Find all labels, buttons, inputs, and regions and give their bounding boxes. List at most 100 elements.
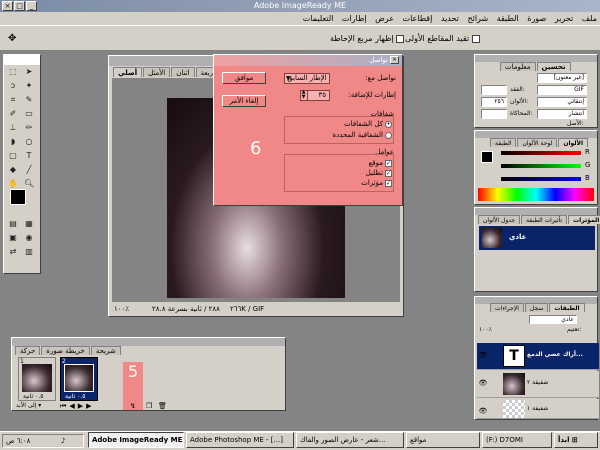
rollover-icon[interactable]: ▥ bbox=[24, 247, 34, 257]
preset-select[interactable]: [غير معنون] bbox=[537, 73, 587, 83]
blur-icon[interactable]: ◗ bbox=[8, 137, 18, 147]
lasso-icon[interactable]: ↄ bbox=[8, 81, 18, 91]
pencil-icon[interactable]: ✏ bbox=[24, 123, 34, 133]
taskbar-sites[interactable]: مواقع bbox=[406, 432, 480, 448]
tween-with-select[interactable]: الإطار السابق ▼ bbox=[284, 73, 330, 84]
image-map-icon[interactable]: ▦ bbox=[24, 219, 34, 229]
ok-button[interactable]: موافق bbox=[222, 72, 266, 84]
tab-styles[interactable]: المؤثرات bbox=[568, 215, 600, 224]
taskbar-imageready[interactable]: Adobe ImageReady ME bbox=[88, 432, 184, 448]
menu-layer[interactable]: الطبقة bbox=[494, 12, 522, 25]
move-icon[interactable]: ➤ bbox=[24, 67, 34, 77]
menu-select[interactable]: تحديد bbox=[438, 12, 462, 25]
bucket-icon[interactable]: ◆ bbox=[8, 165, 18, 175]
brush-icon[interactable]: ✐ bbox=[8, 109, 18, 119]
type-icon[interactable]: T bbox=[24, 151, 34, 161]
duplicate-frame-icon[interactable]: ❐ bbox=[146, 402, 152, 410]
style-item-selected[interactable]: عادي bbox=[479, 226, 595, 250]
menu-slices[interactable]: شرائح bbox=[464, 12, 491, 25]
dither-input[interactable] bbox=[481, 109, 507, 119]
marquee-tool-icon[interactable]: ⬚ bbox=[8, 67, 18, 77]
frame-1-delay[interactable]: ٠.٥ ثانية bbox=[23, 393, 43, 400]
menu-image[interactable]: صورة bbox=[524, 12, 549, 25]
dialog-close-icon[interactable]: × bbox=[390, 56, 399, 64]
tab-image-map[interactable]: خريطة صورة bbox=[41, 346, 90, 355]
dither-method-select[interactable]: انتشار bbox=[537, 109, 587, 119]
cancel-button[interactable]: إلغاء الأمر bbox=[222, 95, 266, 107]
color-foreground-swatch[interactable] bbox=[481, 151, 493, 163]
blend-mode-select[interactable]: عادي bbox=[529, 315, 577, 324]
loop-select[interactable]: إلى الأبد ▾ bbox=[16, 402, 41, 409]
tab-layer-effects[interactable]: تأثيرات الطبقة bbox=[521, 215, 568, 224]
menu-view[interactable]: عرض bbox=[372, 12, 397, 25]
tab-optimize[interactable]: تحسين bbox=[536, 62, 571, 71]
opacity-checkbox[interactable]: ✓تظليل bbox=[366, 169, 392, 178]
green-slider[interactable] bbox=[501, 164, 581, 168]
frame-2[interactable]: 2 ٠.٥ ثانية bbox=[60, 357, 98, 401]
stamp-icon[interactable]: ⊥ bbox=[8, 123, 18, 133]
magic-wand-icon[interactable]: ✦ bbox=[24, 81, 34, 91]
tab-slice[interactable]: شريحة bbox=[90, 346, 121, 355]
slice-icon[interactable]: ✎ bbox=[24, 95, 34, 105]
format-select[interactable]: GIF bbox=[537, 85, 587, 95]
foreground-color-swatch[interactable] bbox=[10, 189, 26, 205]
bounding-box-option[interactable]: إظهار مربع الإحاطة bbox=[330, 34, 405, 43]
tab-info[interactable]: معلومات bbox=[500, 62, 536, 71]
hand-icon[interactable]: ✋ bbox=[8, 179, 18, 189]
eraser-icon[interactable]: ▭ bbox=[24, 109, 34, 119]
opacity-value[interactable]: ١٠٠٪ bbox=[479, 326, 492, 333]
frame-1[interactable]: 1 ٠.٥ ثانية bbox=[18, 357, 56, 401]
tab-original[interactable]: أصلي bbox=[113, 67, 143, 77]
menu-filters[interactable]: إقطاعات bbox=[400, 12, 436, 25]
eye-icon[interactable]: 👁︎ bbox=[478, 379, 488, 389]
eye-icon[interactable]: 👁︎ bbox=[478, 407, 488, 417]
tab-layers[interactable]: الطبقات bbox=[549, 303, 585, 312]
menu-edit[interactable]: تحرير bbox=[552, 12, 576, 25]
taskbar-drive[interactable]: (F:) D7OMI bbox=[482, 432, 552, 448]
tab-actions[interactable]: الإجراءات bbox=[490, 303, 524, 312]
first-frame-icon[interactable]: ⏮ bbox=[60, 402, 69, 410]
tab-2up[interactable]: اثنان bbox=[171, 67, 195, 77]
reduction-select[interactable]: إنتقائي bbox=[537, 97, 587, 107]
selected-layer-radio[interactable]: الشفافية المحددة bbox=[332, 131, 392, 140]
rectangle-tool-icon[interactable]: ▢ bbox=[8, 151, 18, 161]
play-icon[interactable]: ▶ bbox=[78, 402, 86, 410]
colors-select[interactable]: ٢٥٦ bbox=[481, 97, 507, 107]
color-ramp[interactable] bbox=[478, 188, 594, 201]
minimize-button[interactable]: _ bbox=[26, 1, 37, 11]
eyedropper-icon[interactable]: ╱ bbox=[24, 165, 34, 175]
taskbar-photoshop[interactable]: Adobe Photoshop ME - [...] bbox=[186, 432, 294, 448]
dodge-icon[interactable]: ○ bbox=[24, 137, 34, 147]
crop-icon[interactable]: ⌗ bbox=[8, 95, 18, 105]
zoom-level[interactable]: ١٠٠٪ bbox=[114, 304, 129, 315]
blue-slider[interactable] bbox=[501, 177, 581, 181]
browser-preview-icon[interactable]: ◉ bbox=[24, 233, 34, 243]
lossy-input[interactable] bbox=[481, 85, 507, 95]
previous-frame-icon[interactable]: ◀ bbox=[69, 402, 77, 410]
effects-checkbox[interactable]: ✓مؤثرات bbox=[361, 179, 392, 188]
position-checkbox[interactable]: ✓موقع bbox=[369, 159, 392, 168]
tab-history[interactable]: سجل bbox=[524, 303, 549, 312]
layer-row-1[interactable]: 👁︎ شفيفة ١ bbox=[477, 399, 599, 419]
menu-file[interactable]: ملف bbox=[579, 12, 600, 25]
eye-icon[interactable]: 👁︎ bbox=[478, 351, 488, 361]
move-tool-icon[interactable]: ✥ bbox=[8, 33, 16, 44]
auto-select-option[interactable]: تقيد المقاطع الأولى bbox=[405, 34, 480, 43]
frame-2-delay[interactable]: ٠.٥ ثانية bbox=[65, 393, 85, 400]
tab-color-table[interactable]: جدول الألوان bbox=[478, 215, 521, 224]
taskbar-image-viewer[interactable]: شعر - عارض الصور والفاك... bbox=[296, 432, 404, 448]
tab-color[interactable]: الألوان bbox=[558, 138, 589, 147]
next-frame-icon[interactable]: ▶ bbox=[86, 402, 94, 410]
zoom-icon[interactable]: 🔍︎ bbox=[24, 179, 34, 189]
menu-window[interactable]: إطارات bbox=[339, 12, 370, 25]
jump-to-icon[interactable]: ⇄ bbox=[8, 247, 18, 257]
menu-help[interactable]: التعليمات bbox=[300, 12, 337, 25]
red-slider[interactable] bbox=[501, 151, 581, 155]
close-button[interactable]: × bbox=[2, 1, 13, 11]
start-button[interactable]: ابدأ ⊞ bbox=[554, 432, 598, 448]
layer-row-text[interactable]: 👁︎ T أراك عصي الدمع... bbox=[477, 343, 599, 370]
tab-optimized[interactable]: الأمثل bbox=[143, 67, 171, 77]
maximize-button[interactable]: □ bbox=[14, 1, 25, 11]
layer-row-2[interactable]: 👁︎ شفيفة ٢ bbox=[477, 371, 599, 398]
preview-icon[interactable]: ▣ bbox=[8, 233, 18, 243]
